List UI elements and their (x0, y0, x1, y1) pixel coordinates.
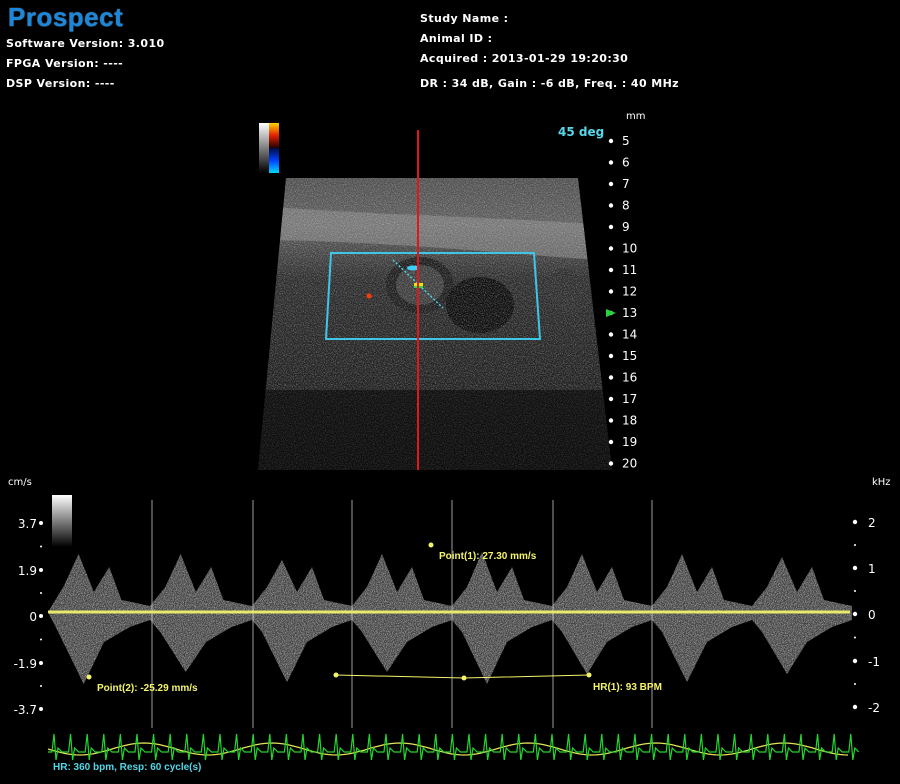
depth-tick-dot (608, 461, 614, 466)
depth-tick-dot (608, 181, 614, 187)
depth-tick-label: 7 (622, 177, 630, 191)
freq-tick-label: 2 (868, 516, 876, 530)
depth-tick-dot (608, 246, 614, 251)
point2-marker (86, 674, 92, 680)
depth-tick-label: 12 (622, 285, 637, 299)
velocity-unit: cm/s (8, 477, 32, 488)
velocity-tick-dot (39, 521, 43, 525)
freq-unit: kHz (872, 477, 891, 488)
color-velocity-map-positive (269, 123, 279, 148)
physio-readout: HR: 360 bpm, Resp: 60 cycle(s) (53, 762, 202, 773)
point1-marker (428, 542, 434, 548)
freq-tick-label: 0 (868, 608, 876, 622)
depth-tick-dot (608, 418, 614, 423)
depth-tick-dot (608, 375, 614, 380)
depth-tick-label: 8 (622, 199, 630, 213)
freq-tick-dot (852, 565, 858, 571)
depth-tick-dot (608, 138, 614, 144)
velocity-tick-label: 1.9 (18, 564, 37, 578)
depth-tick-dot (608, 203, 614, 208)
depth-tick-label: 14 (622, 328, 637, 342)
depth-tick-label: 15 (622, 349, 637, 363)
depth-unit: mm (626, 111, 646, 122)
depth-tick-dot (608, 353, 614, 359)
freq-tick-dot (852, 611, 858, 617)
depth-tick-dot (608, 439, 614, 445)
velocity-tick-label: 0 (29, 610, 37, 624)
depth-tick-label: 11 (622, 263, 637, 277)
depth-scale: 5 6 7 8 9 10 11 12 13 14 15 16 17 18 19 20 (608, 134, 637, 471)
depth-tick-label: 10 (622, 242, 637, 256)
depth-tick-label: 19 (622, 435, 637, 449)
color-velocity-map-negative (269, 148, 279, 173)
doppler-gray-map (52, 495, 72, 547)
depth-tick-label: 6 (622, 156, 630, 170)
velocity-tick-label: -1.9 (14, 657, 37, 671)
depth-tick-dot (608, 289, 614, 294)
doppler-spectrum[interactable]: 3.7 1.9 0 -1.9 -3.7 2 1 0 -1 -2 (0, 490, 900, 784)
depth-tick-label: 17 (622, 392, 637, 406)
freq-tick-label: 1 (868, 562, 876, 576)
depth-tick-label: 13 (622, 306, 637, 320)
depth-tick-label: 16 (622, 371, 637, 385)
velocity-axis: 3.7 1.9 0 -1.9 -3.7 (14, 517, 43, 717)
doppler-angle-label: 45 deg (558, 125, 605, 139)
velocity-tick-dot (39, 661, 43, 665)
depth-tick-label: 9 (622, 220, 630, 234)
depth-tick-dot (608, 267, 614, 273)
depth-tick-label: 20 (622, 457, 637, 471)
depth-tick-label: 5 (622, 134, 630, 148)
frequency-axis: 2 1 0 -1 -2 (852, 516, 880, 715)
point1-label: Point(1): 27.30 mm/s (439, 551, 537, 562)
depth-tick-dot (608, 160, 614, 165)
freq-tick-dot (852, 519, 858, 525)
depth-tick-dot (608, 224, 614, 230)
point2-label: Point(2): -25.29 mm/s (97, 683, 198, 694)
depth-tick-dot (608, 332, 614, 337)
velocity-tick-dot (39, 614, 43, 618)
velocity-tick-label: -3.7 (14, 703, 37, 717)
hr-label: HR(1): 93 BPM (593, 682, 662, 693)
freq-tick-label: -1 (868, 655, 880, 669)
velocity-tick-dot (39, 707, 43, 711)
freq-tick-dot (852, 658, 858, 664)
freq-tick-dot (852, 704, 858, 710)
bmode-gray-map (259, 123, 269, 173)
freq-tick-label: -2 (868, 701, 880, 715)
velocity-tick-dot (39, 568, 43, 572)
depth-tick-dot (608, 396, 614, 402)
focus-marker (606, 309, 616, 317)
velocity-tick-label: 3.7 (18, 517, 37, 531)
depth-tick-label: 18 (622, 414, 637, 428)
